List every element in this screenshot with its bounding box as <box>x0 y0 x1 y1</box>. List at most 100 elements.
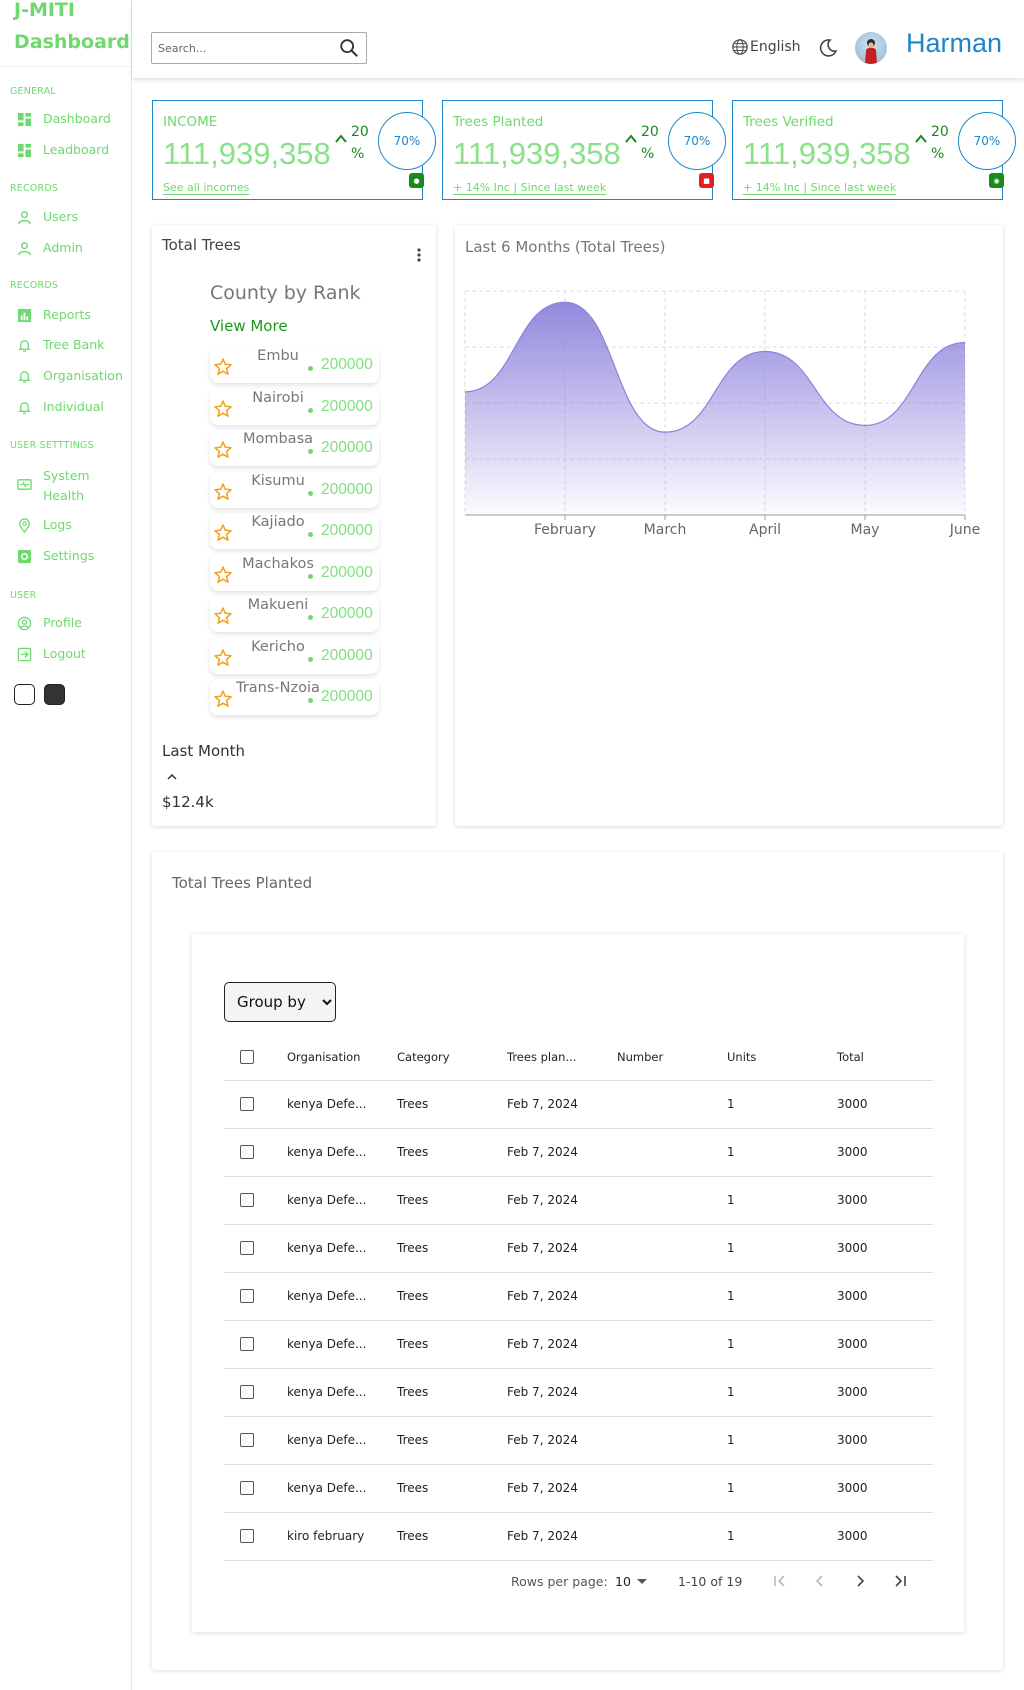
sidebar-item-organisation[interactable]: Organisation <box>16 368 123 384</box>
row-checkbox[interactable] <box>240 1193 254 1208</box>
search-icon[interactable] <box>338 37 360 59</box>
cell-category: Trees <box>397 1512 507 1561</box>
county-value: 200000 <box>321 480 373 498</box>
cell-number <box>617 1464 727 1513</box>
table-row[interactable]: kenya Defe... Trees Feb 7, 2024 1 3000 <box>224 1224 933 1273</box>
county-rank-item[interactable]: Makueni 200000 <box>210 596 379 632</box>
sidebar-item-system-health[interactable]: System Health <box>16 466 103 506</box>
first-page-icon[interactable] <box>770 1571 790 1591</box>
sidebar-item-profile[interactable]: Profile <box>16 615 82 631</box>
cell-number <box>617 1176 727 1225</box>
sidebar-item-label: Logout <box>43 646 86 661</box>
county-rank-item[interactable]: Embu 200000 <box>210 347 379 383</box>
row-checkbox[interactable] <box>240 1481 254 1496</box>
view-more-link[interactable]: View More <box>210 317 288 335</box>
sidebar-item-leadboard[interactable]: Leadboard <box>16 142 109 158</box>
select-all-cell <box>224 1034 287 1081</box>
dark-theme-toggle[interactable] <box>44 684 65 705</box>
row-select-cell <box>224 1224 287 1273</box>
bullet-dot <box>308 615 313 620</box>
rows-per-page-label: Rows per page: <box>511 1574 608 1589</box>
row-checkbox[interactable] <box>240 1145 254 1160</box>
sidebar-item-label: Tree Bank <box>43 337 105 352</box>
stat-subtext[interactable]: + 14% Inc | Since last week <box>453 181 607 195</box>
group-by-select[interactable]: Group by <box>224 982 336 1022</box>
county-rank-item[interactable]: Nairobi 200000 <box>210 388 379 425</box>
stat-percent: 20% <box>641 121 661 165</box>
brand-logo[interactable]: J-MITI Dashboard <box>14 0 130 58</box>
row-checkbox[interactable] <box>240 1289 254 1304</box>
table-row[interactable]: kenya Defe... Trees Feb 7, 2024 1 3000 <box>224 1416 933 1465</box>
more-vert-icon[interactable] <box>412 245 426 265</box>
sidebar-item-individual[interactable]: Individual <box>16 399 104 415</box>
stat-percent-unit: % <box>351 146 365 162</box>
search-input[interactable] <box>158 41 338 55</box>
column-header-total[interactable]: Total <box>837 1034 933 1081</box>
table-row[interactable]: kenya Defe... Trees Feb 7, 2024 1 3000 <box>224 1080 933 1129</box>
cell-units: 1 <box>727 1320 837 1369</box>
column-header-number[interactable]: Number <box>617 1034 727 1081</box>
table-row[interactable]: kenya Defe... Trees Feb 7, 2024 1 3000 <box>224 1176 933 1225</box>
county-value: 200000 <box>321 563 373 581</box>
table-row[interactable]: kenya Defe... Trees Feb 7, 2024 1 3000 <box>224 1464 933 1513</box>
username[interactable]: Harman <box>906 28 1002 59</box>
row-checkbox[interactable] <box>240 1241 254 1256</box>
cell-category: Trees <box>397 1128 507 1177</box>
total-trees-card: Total Trees County by Rank View More Emb… <box>152 225 436 826</box>
column-header-trees-planted[interactable]: Trees plan... <box>507 1034 617 1081</box>
column-header-organisation[interactable]: Organisation <box>287 1034 397 1081</box>
row-checkbox[interactable] <box>240 1337 254 1352</box>
pagination-range: 1-10 of 19 <box>678 1574 743 1589</box>
table-row[interactable]: kenya Defe... Trees Feb 7, 2024 1 3000 <box>224 1128 933 1177</box>
county-rank-item[interactable]: Kajiado 200000 <box>210 513 379 549</box>
see-all-incomes-link[interactable]: See all incomes <box>163 181 250 195</box>
bullet-dot <box>308 366 313 371</box>
cell-total: 3000 <box>837 1224 933 1273</box>
sidebar-item-settings[interactable]: Settings <box>16 548 94 564</box>
moon-icon[interactable] <box>818 38 838 58</box>
select-all-checkbox[interactable] <box>240 1050 254 1064</box>
cell-category: Trees <box>397 1464 507 1513</box>
table-row[interactable]: kenya Defe... Trees Feb 7, 2024 1 3000 <box>224 1272 933 1321</box>
column-header-category[interactable]: Category <box>397 1034 507 1081</box>
cell-trees-planted: Feb 7, 2024 <box>507 1272 617 1321</box>
stat-value: 111,939,358 <box>163 136 331 171</box>
table-row[interactable]: kiro february Trees Feb 7, 2024 1 3000 <box>224 1512 933 1561</box>
sidebar-item-admin[interactable]: Admin <box>16 240 83 256</box>
cell-total: 3000 <box>837 1416 933 1465</box>
chevron-left-icon[interactable] <box>810 1571 830 1591</box>
row-checkbox[interactable] <box>240 1433 254 1448</box>
search-box <box>151 32 367 64</box>
county-rank-item[interactable]: Trans-Nzoia 200000 <box>210 679 379 715</box>
cell-number <box>617 1512 727 1561</box>
sidebar-item-dashboard[interactable]: Dashboard <box>16 111 111 127</box>
county-rank-item[interactable]: Kericho 200000 <box>210 637 379 674</box>
table-row[interactable]: kenya Defe... Trees Feb 7, 2024 1 3000 <box>224 1320 933 1369</box>
sidebar-item-users[interactable]: Users <box>16 209 78 225</box>
cell-units: 1 <box>727 1224 837 1273</box>
column-header-units[interactable]: Units <box>727 1034 837 1081</box>
sidebar-item-logs[interactable]: Logs <box>16 517 72 533</box>
row-checkbox[interactable] <box>240 1097 254 1112</box>
light-theme-toggle[interactable] <box>14 684 35 705</box>
county-rank-item[interactable]: Mombasa 200000 <box>210 430 379 466</box>
rows-per-page-select[interactable]: 10 <box>615 1574 631 1589</box>
cell-total: 3000 <box>837 1464 933 1513</box>
row-checkbox[interactable] <box>240 1385 254 1400</box>
county-rank-item[interactable]: Kisumu 200000 <box>210 471 379 508</box>
last-page-icon[interactable] <box>890 1571 910 1591</box>
stat-subtext[interactable]: + 14% Inc | Since last week <box>743 181 897 195</box>
avatar[interactable] <box>855 32 887 64</box>
row-checkbox[interactable] <box>240 1529 254 1544</box>
county-rank-item[interactable]: Machakos 200000 <box>210 554 379 591</box>
caret-down-icon[interactable] <box>637 1579 647 1584</box>
cell-organisation: kenya Defe... <box>287 1128 397 1177</box>
cell-organisation: kenya Defe... <box>287 1416 397 1465</box>
chevron-right-icon[interactable] <box>850 1571 870 1591</box>
language-selector[interactable]: English <box>731 38 801 56</box>
table-row[interactable]: kenya Defe... Trees Feb 7, 2024 1 3000 <box>224 1368 933 1417</box>
county-value: 200000 <box>321 397 373 415</box>
sidebar-item-reports[interactable]: Reports <box>16 307 91 323</box>
sidebar-item-tree-bank[interactable]: Tree Bank <box>16 337 104 353</box>
sidebar-item-logout[interactable]: Logout <box>16 646 86 662</box>
